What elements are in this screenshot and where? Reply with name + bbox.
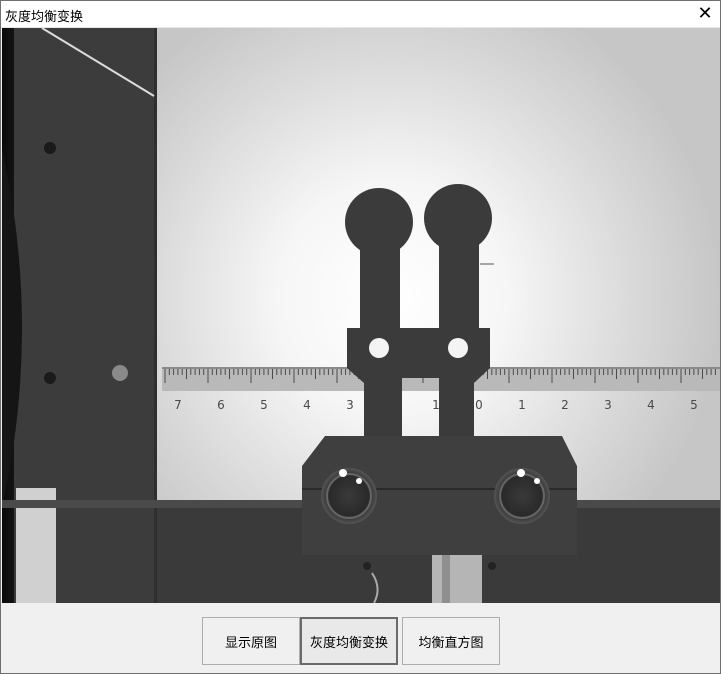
ruler-label: 1: [432, 398, 440, 412]
ruler-label: 4: [647, 398, 655, 412]
close-icon: ✕: [697, 3, 713, 24]
ruler-label: 0: [475, 398, 483, 412]
ruler-label: 3: [604, 398, 612, 412]
ruler-label: 7: [174, 398, 182, 412]
title-bar[interactable]: 灰度均衡变换 ✕: [1, 1, 720, 28]
equalized-histogram-button[interactable]: 均衡直方图: [402, 617, 500, 665]
button-bar: 显示原图 灰度均衡变换 均衡直方图: [1, 603, 720, 673]
ruler-label: 2: [561, 398, 569, 412]
ruler-label: 6: [217, 398, 225, 412]
equalized-photo: 7654321012345: [2, 28, 720, 603]
app-window: 灰度均衡变换 ✕ 7 6 5 4 3 1 0 1 2 3 4 5 显示原图 灰度…: [0, 0, 721, 674]
window-title: 灰度均衡变换: [5, 10, 84, 25]
ruler-label: 5: [260, 398, 268, 412]
image-display: 7654321012345: [2, 28, 720, 603]
ruler-label: 5: [690, 398, 698, 412]
equalize-transform-button[interactable]: 灰度均衡变换: [300, 617, 398, 665]
ruler-label: 4: [303, 398, 311, 412]
show-original-button[interactable]: 显示原图: [202, 617, 300, 665]
ruler-label: 1: [518, 398, 526, 412]
close-button[interactable]: ✕: [690, 1, 720, 27]
ruler-label: 3: [346, 398, 354, 412]
